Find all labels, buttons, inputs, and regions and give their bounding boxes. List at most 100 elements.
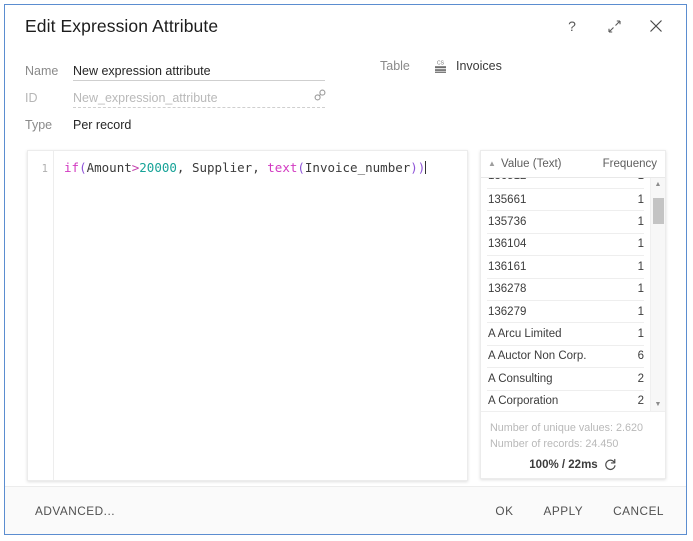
table-row[interactable]: A Arcu Limited1	[481, 323, 650, 344]
cell-frequency: 2	[614, 373, 644, 385]
table-row[interactable]: 1361611	[481, 256, 650, 277]
cell-value: 136279	[488, 306, 614, 318]
expression-code[interactable]: if(Amount>20000, Supplier, text(Invoice_…	[54, 151, 467, 480]
sort-ascending-icon[interactable]: ▲	[488, 160, 498, 168]
table-name[interactable]: Invoices	[456, 59, 502, 73]
table-row[interactable]: A Corporation2	[481, 391, 650, 411]
id-field-wrap: New_expression_attribute	[73, 87, 325, 108]
table-row[interactable]: 1357361	[481, 211, 650, 232]
expression-editor-panel[interactable]: 1 if(Amount>20000, Supplier, text(Invoic…	[27, 150, 468, 481]
cell-frequency: 1	[614, 216, 644, 228]
cell-frequency: 1	[614, 283, 644, 295]
code-token: if	[64, 160, 79, 175]
id-input[interactable]: New_expression_attribute	[73, 91, 325, 108]
ok-button[interactable]: OK	[495, 504, 513, 518]
id-underline	[73, 107, 325, 108]
edit-expression-attribute-dialog: Edit Expression Attribute ? Name New exp…	[4, 4, 687, 535]
values-scrollbar[interactable]: ▲ ▼	[650, 178, 665, 411]
cell-frequency: 6	[614, 350, 644, 362]
cell-frequency: 1	[614, 328, 644, 340]
text-caret	[425, 161, 426, 174]
footer-actions: OK APPLY CANCEL	[495, 504, 664, 518]
table-row[interactable]: A Auctor Non Corp.6	[481, 346, 650, 367]
name-label: Name	[25, 64, 73, 78]
table-row[interactable]: 1361041	[481, 234, 650, 255]
name-field-wrap: New expression attribute	[73, 60, 325, 81]
type-label: Type	[25, 118, 73, 132]
cell-value: 135661	[488, 194, 614, 206]
refresh-icon[interactable]	[604, 458, 617, 471]
cell-value: A Auctor Non Corp.	[488, 350, 614, 362]
cell-value: 136161	[488, 261, 614, 273]
close-icon[interactable]	[646, 16, 666, 36]
cell-value: 136278	[488, 283, 614, 295]
cell-value: A Arcu Limited	[488, 328, 614, 340]
unique-values-count: Number of unique values: 2.620	[490, 420, 665, 436]
table-label: Table	[380, 59, 432, 73]
code-token: Amount	[87, 160, 132, 175]
code-token: ,	[177, 160, 192, 175]
cell-frequency: 1	[614, 238, 644, 250]
data-table-icon: CS	[432, 58, 448, 74]
cell-value: A Consulting	[488, 373, 614, 385]
help-icon[interactable]: ?	[562, 16, 582, 36]
values-list-wrap: 1365121135661113573611361041136161113627…	[481, 178, 665, 411]
column-header-value[interactable]: Value (Text)	[501, 158, 603, 170]
dialog-titlebar: Edit Expression Attribute ?	[5, 5, 686, 47]
code-token: )	[410, 160, 418, 175]
table-row[interactable]: 1356611	[481, 189, 650, 210]
cell-value: 136512	[488, 178, 614, 182]
values-statistics: Number of unique values: 2.620 Number of…	[481, 411, 665, 478]
dialog-body: 1 if(Amount>20000, Supplier, text(Invoic…	[5, 144, 686, 486]
type-value[interactable]: Per record	[73, 118, 131, 132]
record-count: Number of records: 24.450	[490, 436, 665, 452]
code-token: ,	[252, 160, 267, 175]
code-token: (	[297, 160, 305, 175]
cell-frequency: 1	[614, 178, 644, 182]
values-panel: ▲ Value (Text) Frequency 136512113566111…	[480, 150, 666, 479]
line-number: 1	[28, 161, 48, 177]
id-row: ID New_expression_attribute	[5, 84, 686, 111]
type-row: Type Per record	[5, 111, 686, 138]
code-token: 20000	[139, 160, 177, 175]
code-token: Supplier	[192, 160, 252, 175]
link-icon[interactable]	[313, 88, 327, 107]
scroll-up-arrow-icon[interactable]: ▲	[651, 178, 665, 191]
code-token: )	[418, 160, 426, 175]
values-header: ▲ Value (Text) Frequency	[481, 151, 665, 178]
titlebar-actions: ?	[562, 16, 666, 36]
id-label: ID	[25, 91, 73, 105]
cell-frequency: 2	[614, 395, 644, 407]
attribute-form: Name New expression attribute ID New_exp…	[5, 47, 686, 144]
cell-value: 135736	[488, 216, 614, 228]
table-row: Table CS Invoices	[380, 58, 502, 74]
expand-diagonal-icon[interactable]	[604, 16, 624, 36]
cancel-button[interactable]: CANCEL	[613, 504, 664, 518]
scrollbar-thumb[interactable]	[653, 198, 664, 224]
table-row[interactable]: 1365121	[481, 178, 650, 188]
dialog-title: Edit Expression Attribute	[25, 16, 562, 37]
cell-frequency: 1	[614, 194, 644, 206]
performance-row: 100% / 22ms	[490, 458, 665, 471]
table-row[interactable]: A Consulting2	[481, 368, 650, 389]
code-token: Invoice_number	[305, 160, 410, 175]
cell-value: 136104	[488, 238, 614, 250]
scroll-down-arrow-icon[interactable]: ▼	[651, 398, 665, 411]
table-row[interactable]: 1362781	[481, 279, 650, 300]
dialog-footer: ADVANCED... OK APPLY CANCEL	[5, 486, 686, 534]
table-row[interactable]: 1362791	[481, 301, 650, 322]
performance-text: 100% / 22ms	[529, 459, 597, 471]
advanced-button[interactable]: ADVANCED...	[35, 504, 495, 518]
values-list[interactable]: 1365121135661113573611361041136161113627…	[481, 178, 650, 411]
code-token: (	[79, 160, 87, 175]
cell-frequency: 1	[614, 261, 644, 273]
name-underline	[73, 80, 325, 81]
cell-value: A Corporation	[488, 395, 614, 407]
editor-gutter: 1	[28, 151, 54, 480]
code-token: text	[267, 160, 297, 175]
cell-frequency: 1	[614, 306, 644, 318]
column-header-frequency[interactable]: Frequency	[603, 158, 657, 170]
svg-text:CS: CS	[437, 60, 445, 66]
name-input[interactable]: New expression attribute	[73, 64, 325, 81]
apply-button[interactable]: APPLY	[543, 504, 583, 518]
